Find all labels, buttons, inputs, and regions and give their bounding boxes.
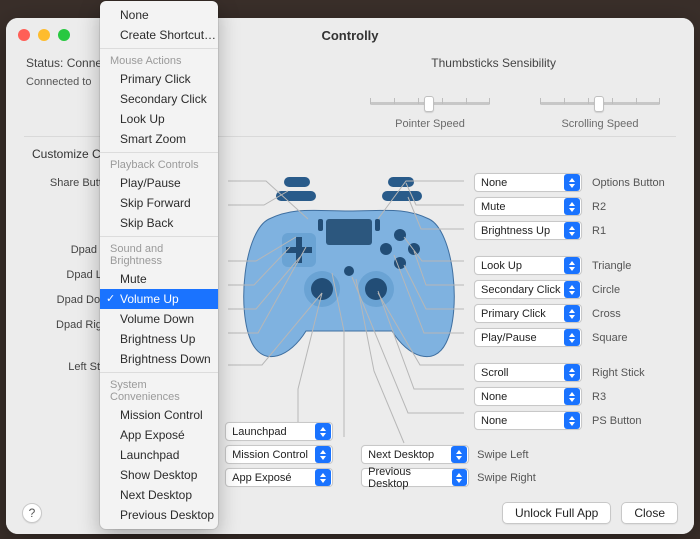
mapping-label: Triangle xyxy=(592,260,672,272)
left-mapping-label: Share Butto xyxy=(32,175,108,191)
mapping-combo-right-stick[interactable]: Scroll xyxy=(474,363,582,382)
mapping-label: Circle xyxy=(592,284,672,296)
chevron-updown-icon xyxy=(315,446,331,463)
mapping-combo-circle[interactable]: Secondary Click xyxy=(474,280,582,299)
menu-item-previous-desktop[interactable]: Previous Desktop xyxy=(100,505,218,525)
menu-item-secondary-click[interactable]: Secondary Click xyxy=(100,89,218,109)
mapping-label: R3 xyxy=(592,391,672,403)
menu-item-launchpad[interactable]: Launchpad xyxy=(100,445,218,465)
left-mapping-label: Dpad U xyxy=(32,242,108,258)
menu-item-brightness-up[interactable]: Brightness Up xyxy=(100,329,218,349)
mapping-label: Options Button xyxy=(592,177,672,189)
unlock-full-app-button[interactable]: Unlock Full App xyxy=(502,502,611,524)
chevron-updown-icon xyxy=(564,329,580,346)
menu-heading: Mouse Actions xyxy=(100,52,218,69)
menu-item-volume-down[interactable]: Volume Down xyxy=(100,309,218,329)
status-label: Status: Connec xyxy=(26,56,108,70)
left-mapping-label: Dpad Le xyxy=(32,267,108,283)
swipe-left-combo[interactable]: Next Desktop xyxy=(361,445,469,464)
chevron-updown-icon xyxy=(452,469,468,486)
swipe-up-combo[interactable]: Launchpad xyxy=(225,422,333,441)
menu-item-mute[interactable]: Mute xyxy=(100,269,218,289)
mapping-combo-options-button[interactable]: None xyxy=(474,173,582,192)
mapping-label: Cross xyxy=(592,308,672,320)
mapping-combo-r2[interactable]: Mute xyxy=(474,197,582,216)
menu-item-mission-control[interactable]: Mission Control xyxy=(100,405,218,425)
chevron-updown-icon xyxy=(315,423,331,440)
mapping-label: Right Stick xyxy=(592,367,672,379)
menu-heading: Sound and Brightness xyxy=(100,240,218,269)
menu-item-skip-forward[interactable]: Skip Forward xyxy=(100,193,218,213)
chevron-updown-icon xyxy=(564,305,580,322)
pointer-speed-label: Pointer Speed xyxy=(395,118,465,130)
swipe-left-label: Swipe Left xyxy=(477,449,536,461)
chevron-updown-icon xyxy=(564,364,580,381)
menu-item-none[interactable]: None xyxy=(100,5,218,25)
pointer-speed-slider[interactable] xyxy=(370,94,490,112)
menu-item-app-expos-[interactable]: App Exposé xyxy=(100,425,218,445)
chevron-updown-icon xyxy=(564,412,580,429)
menu-item-primary-click[interactable]: Primary Click xyxy=(100,69,218,89)
menu-item-smart-zoom[interactable]: Smart Zoom xyxy=(100,129,218,149)
mapping-combo-r1[interactable]: Brightness Up xyxy=(474,221,582,240)
menu-heading: Playback Controls xyxy=(100,156,218,173)
chevron-updown-icon xyxy=(564,174,580,191)
mapping-label: Square xyxy=(592,332,672,344)
mapping-label: PS Button xyxy=(592,415,672,427)
l3-extra-combo[interactable]: Mission Control xyxy=(225,445,333,464)
left-mapping-label xyxy=(32,225,108,233)
left-mapping-label: Dpad Dow xyxy=(32,292,108,308)
mapping-combo-r3[interactable]: None xyxy=(474,387,582,406)
left-mapping-label: Left Stic xyxy=(32,359,108,375)
menu-item-next-desktop[interactable]: Next Desktop xyxy=(100,485,218,505)
swipe-down-combo[interactable]: App Exposé xyxy=(225,468,333,487)
chevron-updown-icon xyxy=(315,469,331,486)
close-button[interactable]: Close xyxy=(621,502,678,524)
menu-item-show-desktop[interactable]: Show Desktop xyxy=(100,465,218,485)
chevron-updown-icon xyxy=(564,222,580,239)
menu-item-volume-up[interactable]: Volume Up xyxy=(100,289,218,309)
left-mapping-label xyxy=(32,342,108,350)
scrolling-speed-label: Scrolling Speed xyxy=(561,118,638,130)
sensibility-heading: Thumbsticks Sensibility xyxy=(431,56,556,70)
help-button[interactable]: ? xyxy=(22,503,42,523)
menu-item-look-up[interactable]: Look Up xyxy=(100,109,218,129)
action-dropdown-menu[interactable]: NoneCreate Shortcut… Mouse ActionsPrimary… xyxy=(100,1,218,529)
swipe-right-combo[interactable]: Previous Desktop xyxy=(361,468,469,487)
chevron-updown-icon xyxy=(451,446,467,463)
mapping-combo-square[interactable]: Play/Pause xyxy=(474,328,582,347)
mapping-combo-triangle[interactable]: Look Up xyxy=(474,256,582,275)
menu-heading: System Conveniences xyxy=(100,376,218,405)
chevron-updown-icon xyxy=(564,388,580,405)
menu-item-play-pause[interactable]: Play/Pause xyxy=(100,173,218,193)
chevron-updown-icon xyxy=(564,281,580,298)
left-mapping-label: L xyxy=(32,200,108,216)
chevron-updown-icon xyxy=(564,257,580,274)
mapping-label: R2 xyxy=(592,201,672,213)
left-mapping-label: Dpad Righ xyxy=(32,317,108,333)
scrolling-speed-slider[interactable] xyxy=(540,94,660,112)
mapping-label: R1 xyxy=(592,225,672,237)
chevron-updown-icon xyxy=(564,198,580,215)
menu-item-skip-back[interactable]: Skip Back xyxy=(100,213,218,233)
menu-item-create-shortcut-[interactable]: Create Shortcut… xyxy=(100,25,218,45)
swipe-right-label: Swipe Right xyxy=(477,472,536,484)
menu-item-brightness-down[interactable]: Brightness Down xyxy=(100,349,218,369)
mapping-combo-cross[interactable]: Primary Click xyxy=(474,304,582,323)
